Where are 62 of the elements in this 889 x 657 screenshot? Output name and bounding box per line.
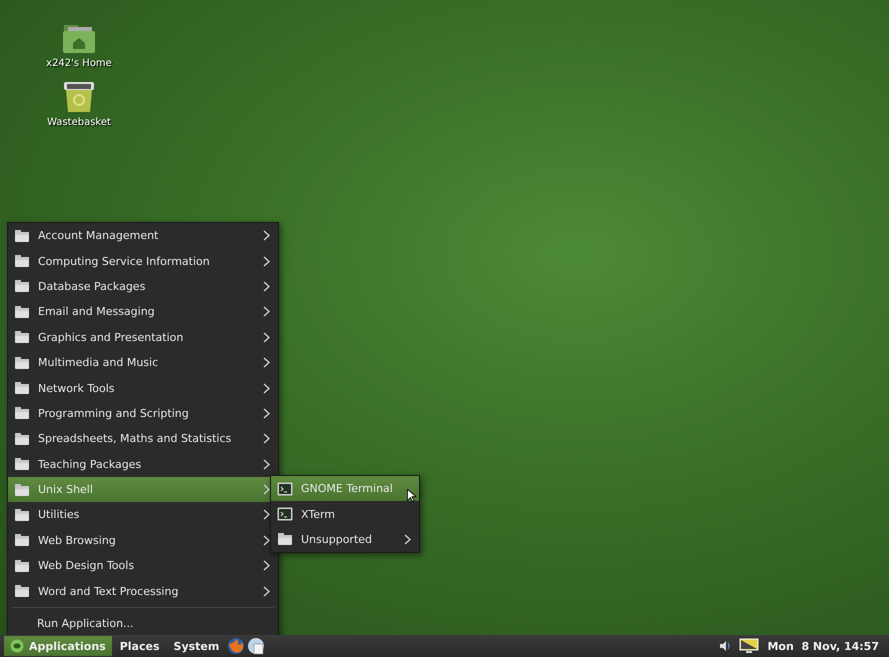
- chevron-icon: [263, 408, 270, 419]
- folder-icon: [14, 432, 30, 446]
- folder-icon: [14, 457, 30, 472]
- chevron-icon: [263, 560, 270, 572]
- folder-icon: [14, 584, 30, 598]
- chevron-icon: [263, 382, 270, 394]
- folder-icon: [14, 406, 30, 420]
- menu-item[interactable]: Network Tools: [8, 375, 278, 401]
- menu-item[interactable]: Word and Text Processing: [8, 578, 278, 604]
- folder-icon: [14, 279, 30, 294]
- desktop-icon-label[interactable]: x242's Home: [46, 58, 112, 69]
- menu-item[interactable]: Account Management: [8, 223, 278, 248]
- folder-icon: [14, 304, 30, 319]
- chevron-icon: [404, 534, 411, 545]
- folder-icon: [14, 228, 30, 243]
- folder-icon: [14, 254, 30, 268]
- chevron-icon: [263, 306, 270, 318]
- folder-icon: [14, 533, 30, 548]
- home-folder-icon[interactable]: [62, 24, 96, 54]
- menu-item[interactable]: GNOME Terminal: [271, 476, 419, 502]
- logo-icon: [10, 639, 24, 653]
- folder-icon: [277, 532, 293, 546]
- menu-item[interactable]: Graphics and Presentation: [8, 324, 278, 350]
- chevron-icon: [263, 534, 270, 546]
- panel-menu[interactable]: Places: [114, 636, 166, 656]
- monitor-icon[interactable]: [739, 638, 760, 654]
- menu-item[interactable]: Email and Messaging: [8, 299, 278, 325]
- panel-menu[interactable]: Applications: [4, 636, 112, 656]
- mouse-pointer-icon: [407, 489, 416, 502]
- volume-icon[interactable]: [719, 640, 732, 652]
- menu-item[interactable]: Web Design Tools: [8, 553, 278, 578]
- chevron-icon: [263, 484, 270, 496]
- folder-icon: [14, 381, 30, 396]
- menu-item[interactable]: Run Application...: [8, 610, 278, 635]
- chevron-icon: [263, 586, 270, 597]
- chevron-icon: [263, 509, 270, 520]
- folder-icon: [14, 356, 30, 370]
- chevron-icon: [263, 357, 270, 368]
- wastebasket-icon[interactable]: [62, 81, 96, 113]
- folder-icon: [14, 558, 30, 573]
- chevron-icon: [263, 332, 270, 343]
- terminal-icon: [277, 507, 293, 522]
- desktop-icon-label[interactable]: Wastebasket: [47, 117, 111, 128]
- folder-icon: [14, 482, 30, 497]
- menu-item[interactable]: Database Packages: [8, 274, 278, 300]
- menu-item[interactable]: Teaching Packages: [8, 452, 278, 477]
- chevron-icon: [263, 256, 270, 267]
- menu-item[interactable]: Spreadsheets, Maths and Statistics: [8, 426, 278, 452]
- chevron-icon: [263, 230, 270, 242]
- clock[interactable]: Mon 8 Nov, 14:57: [767, 640, 879, 652]
- folder-icon: [14, 330, 30, 344]
- firefox-icon[interactable]: [227, 637, 246, 655]
- panel-menu[interactable]: System: [168, 636, 226, 656]
- chevron-icon: [263, 458, 270, 470]
- menu-item[interactable]: Programming and Scripting: [8, 400, 278, 426]
- email-client-icon[interactable]: [247, 637, 266, 655]
- chevron-icon: [263, 433, 270, 444]
- terminal-icon: [277, 482, 293, 496]
- menu-item[interactable]: Computing Service Information: [8, 248, 278, 274]
- menu-item[interactable]: Multimedia and Music: [8, 350, 278, 376]
- folder-icon: [14, 508, 30, 522]
- chevron-icon: [263, 280, 270, 292]
